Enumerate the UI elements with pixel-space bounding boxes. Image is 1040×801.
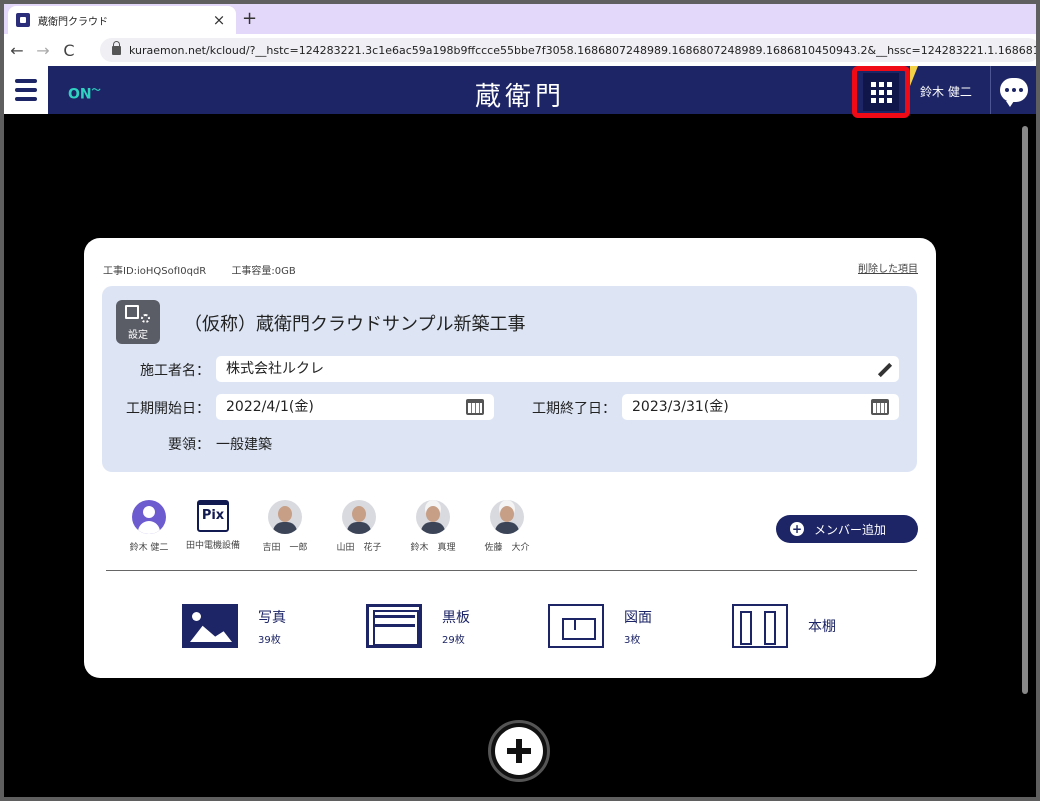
chat-button[interactable] [990, 66, 1036, 114]
building-icon [125, 305, 139, 319]
apps-grid-button[interactable] [852, 66, 910, 118]
contractor-field[interactable]: 株式会社ルクレ [216, 356, 899, 382]
start-date-label: 工期開始日： [126, 401, 210, 417]
member-item[interactable]: Pix 田中電機設備 [178, 500, 248, 551]
notification-flag-icon [910, 66, 918, 86]
browser-window: 蔵衛門クラウド × + ← → C kuraemon.net/kcloud/?_… [4, 4, 1036, 797]
pix-logo-icon: Pix [197, 500, 229, 532]
category-drawings[interactable]: 図面 3枚 [548, 602, 652, 650]
contractor-value: 株式会社ルクレ [226, 361, 324, 377]
hamburger-bar [15, 88, 37, 92]
start-date-value: 2022/4/1(金) [226, 399, 314, 415]
category-blackboards[interactable]: 黒板 29枚 [366, 602, 470, 650]
floorplan-icon [548, 604, 604, 648]
online-status-label: ON [68, 86, 92, 103]
chat-icon [999, 78, 1028, 107]
avatar [416, 500, 450, 534]
url-input[interactable]: kuraemon.net/kcloud/?__hstc=124283221.3c… [100, 38, 1036, 62]
tab-close-icon[interactable]: × [210, 11, 228, 29]
member-item[interactable]: 山田 花子 [324, 500, 394, 553]
calendar-icon[interactable] [466, 399, 484, 415]
category-count: 3枚 [624, 634, 641, 646]
signal-icon: 〜 [91, 86, 101, 96]
contractor-label: 施工者名： [140, 363, 210, 379]
grid-icon [863, 73, 899, 111]
category-label: 写真 [258, 609, 286, 626]
blackboard-icon [366, 604, 422, 648]
member-name: 田中電機設備 [185, 541, 240, 551]
reload-button[interactable]: C [56, 41, 82, 60]
add-member-button[interactable]: + メンバー追加 [776, 515, 918, 543]
project-card: 工事ID:ioHQSofI0qdR 工事容量:0GB 削除した項目 設定 （仮称… [84, 238, 936, 678]
member-name: 佐藤 大介 [484, 543, 530, 553]
user-icon [132, 500, 166, 534]
end-date-label: 工期終了日： [532, 401, 616, 417]
app-header: ON〜 蔵衛門 鈴木 健二 [4, 66, 1036, 118]
category-bookshelf[interactable]: 本棚 [732, 602, 836, 650]
plus-circle-icon: + [790, 522, 804, 536]
user-name[interactable]: 鈴木 健二 [920, 83, 972, 100]
calendar-icon[interactable] [871, 399, 889, 415]
add-project-button[interactable] [488, 720, 550, 782]
category-label: 図面 [624, 609, 652, 626]
category-count: 29枚 [442, 634, 465, 646]
forward-button[interactable]: → [30, 41, 56, 60]
project-capacity: 工事容量:0GB [231, 266, 296, 277]
member-name: 鈴木 健二 [129, 543, 169, 553]
avatar [268, 500, 302, 534]
url-text: kuraemon.net/kcloud/?__hstc=124283221.3c… [129, 43, 1036, 57]
member-item[interactable]: 鈴木 真理 [398, 500, 468, 553]
browser-tab[interactable]: 蔵衛門クラウド × [8, 6, 236, 34]
avatar [342, 500, 376, 534]
lock-icon [112, 40, 121, 55]
hamburger-icon [15, 79, 37, 83]
category-label: 黒板 [442, 609, 470, 626]
project-id: 工事ID:ioHQSofI0qdR [103, 266, 207, 277]
settings-button[interactable]: 設定 [116, 300, 160, 344]
add-member-label: メンバー追加 [814, 522, 887, 537]
plus-icon [495, 727, 543, 775]
member-item[interactable]: 鈴木 健二 [114, 500, 184, 553]
start-date-field[interactable]: 2022/4/1(金) [216, 394, 494, 420]
summary-value: 一般建築 [216, 437, 272, 453]
edit-pencil-icon[interactable] [877, 362, 893, 378]
project-title: （仮称）蔵衛門クラウドサンプル新築工事 [184, 314, 526, 335]
end-date-field[interactable]: 2023/3/31(金) [622, 394, 899, 420]
project-meta: 工事ID:ioHQSofI0qdR 工事容量:0GB [103, 262, 318, 277]
online-status: ON〜 [68, 83, 101, 103]
category-photos[interactable]: 写真 39枚 [182, 602, 286, 650]
back-button[interactable]: ← [4, 41, 30, 60]
member-item[interactable]: 吉田 一郎 [250, 500, 320, 553]
category-label: 本棚 [808, 619, 836, 635]
tab-strip: 蔵衛門クラウド × + [4, 4, 1036, 34]
project-info-panel: 設定 （仮称）蔵衛門クラウドサンプル新築工事 施工者名： 株式会社ルクレ 工期開… [102, 286, 917, 472]
address-bar-row: ← → C kuraemon.net/kcloud/?__hstc=124283… [4, 34, 1036, 66]
member-list: 鈴木 健二 Pix 田中電機設備 吉田 一郎 山田 花子 鈴木 真理 佐藤 大介 [114, 500, 674, 560]
member-item[interactable]: 佐藤 大介 [472, 500, 542, 553]
bookshelf-icon [732, 604, 788, 648]
tab-title: 蔵衛門クラウド [38, 16, 108, 28]
page-scrollbar[interactable] [1022, 126, 1028, 694]
member-name: 吉田 一郎 [262, 543, 308, 553]
menu-button[interactable] [4, 66, 48, 114]
new-tab-button[interactable]: + [242, 8, 257, 29]
member-name: 鈴木 真理 [410, 543, 456, 553]
divider [106, 570, 917, 571]
kuraemon-favicon-icon [16, 13, 30, 27]
end-date-value: 2023/3/31(金) [632, 399, 729, 415]
settings-label: 設定 [128, 330, 148, 341]
hamburger-bar [15, 97, 37, 101]
gear-icon [141, 314, 150, 323]
deleted-items-link[interactable]: 削除した項目 [858, 260, 918, 275]
avatar [490, 500, 524, 534]
member-name: 山田 花子 [336, 543, 382, 553]
category-count: 39枚 [258, 634, 281, 646]
summary-label: 要領： [168, 437, 210, 453]
photo-icon [182, 604, 238, 648]
